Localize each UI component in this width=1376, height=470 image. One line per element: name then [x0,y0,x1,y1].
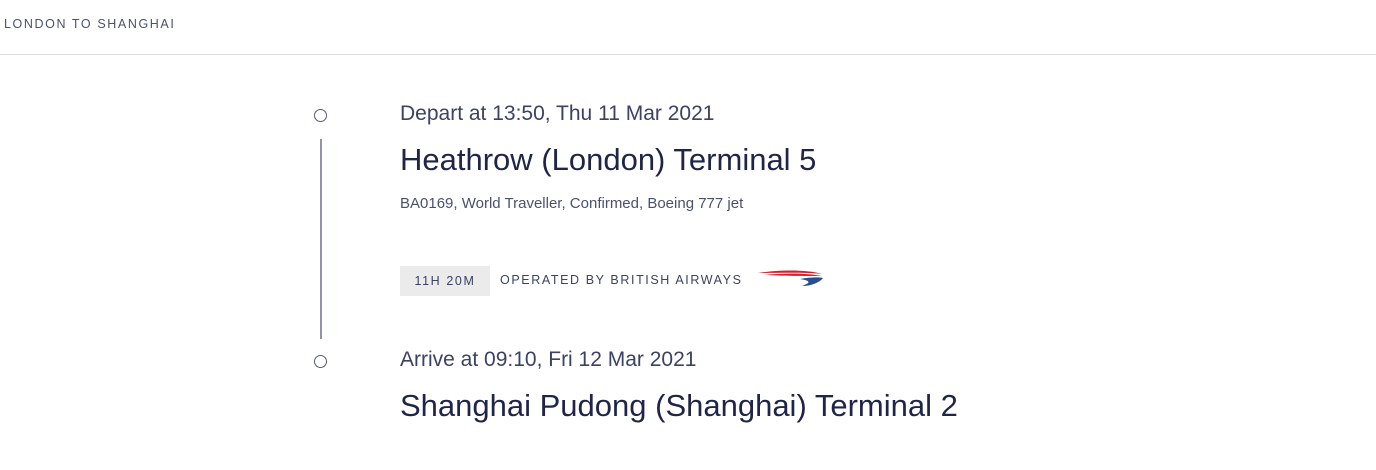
departure-dot-icon [314,109,327,122]
arrival-time: Arrive at 09:10, Fri 12 Mar 2021 [400,348,697,371]
arrival-dot-icon [314,355,327,368]
route-header: LONDON TO SHANGHAI [0,0,1376,55]
operated-by-label: OPERATED BY BRITISH AIRWAYS [500,273,743,287]
flight-duration-badge: 11H 20M [400,266,490,296]
timeline-connector [320,139,322,339]
departure-time: Depart at 13:50, Thu 11 Mar 2021 [400,102,715,125]
departure-airport: Heathrow (London) Terminal 5 [400,142,817,177]
flight-details: BA0169, World Traveller, Confirmed, Boei… [400,195,744,212]
route-title: LONDON TO SHANGHAI [4,17,176,31]
british-airways-speedmarque-icon [758,270,823,286]
arrival-airport: Shanghai Pudong (Shanghai) Terminal 2 [400,388,958,423]
